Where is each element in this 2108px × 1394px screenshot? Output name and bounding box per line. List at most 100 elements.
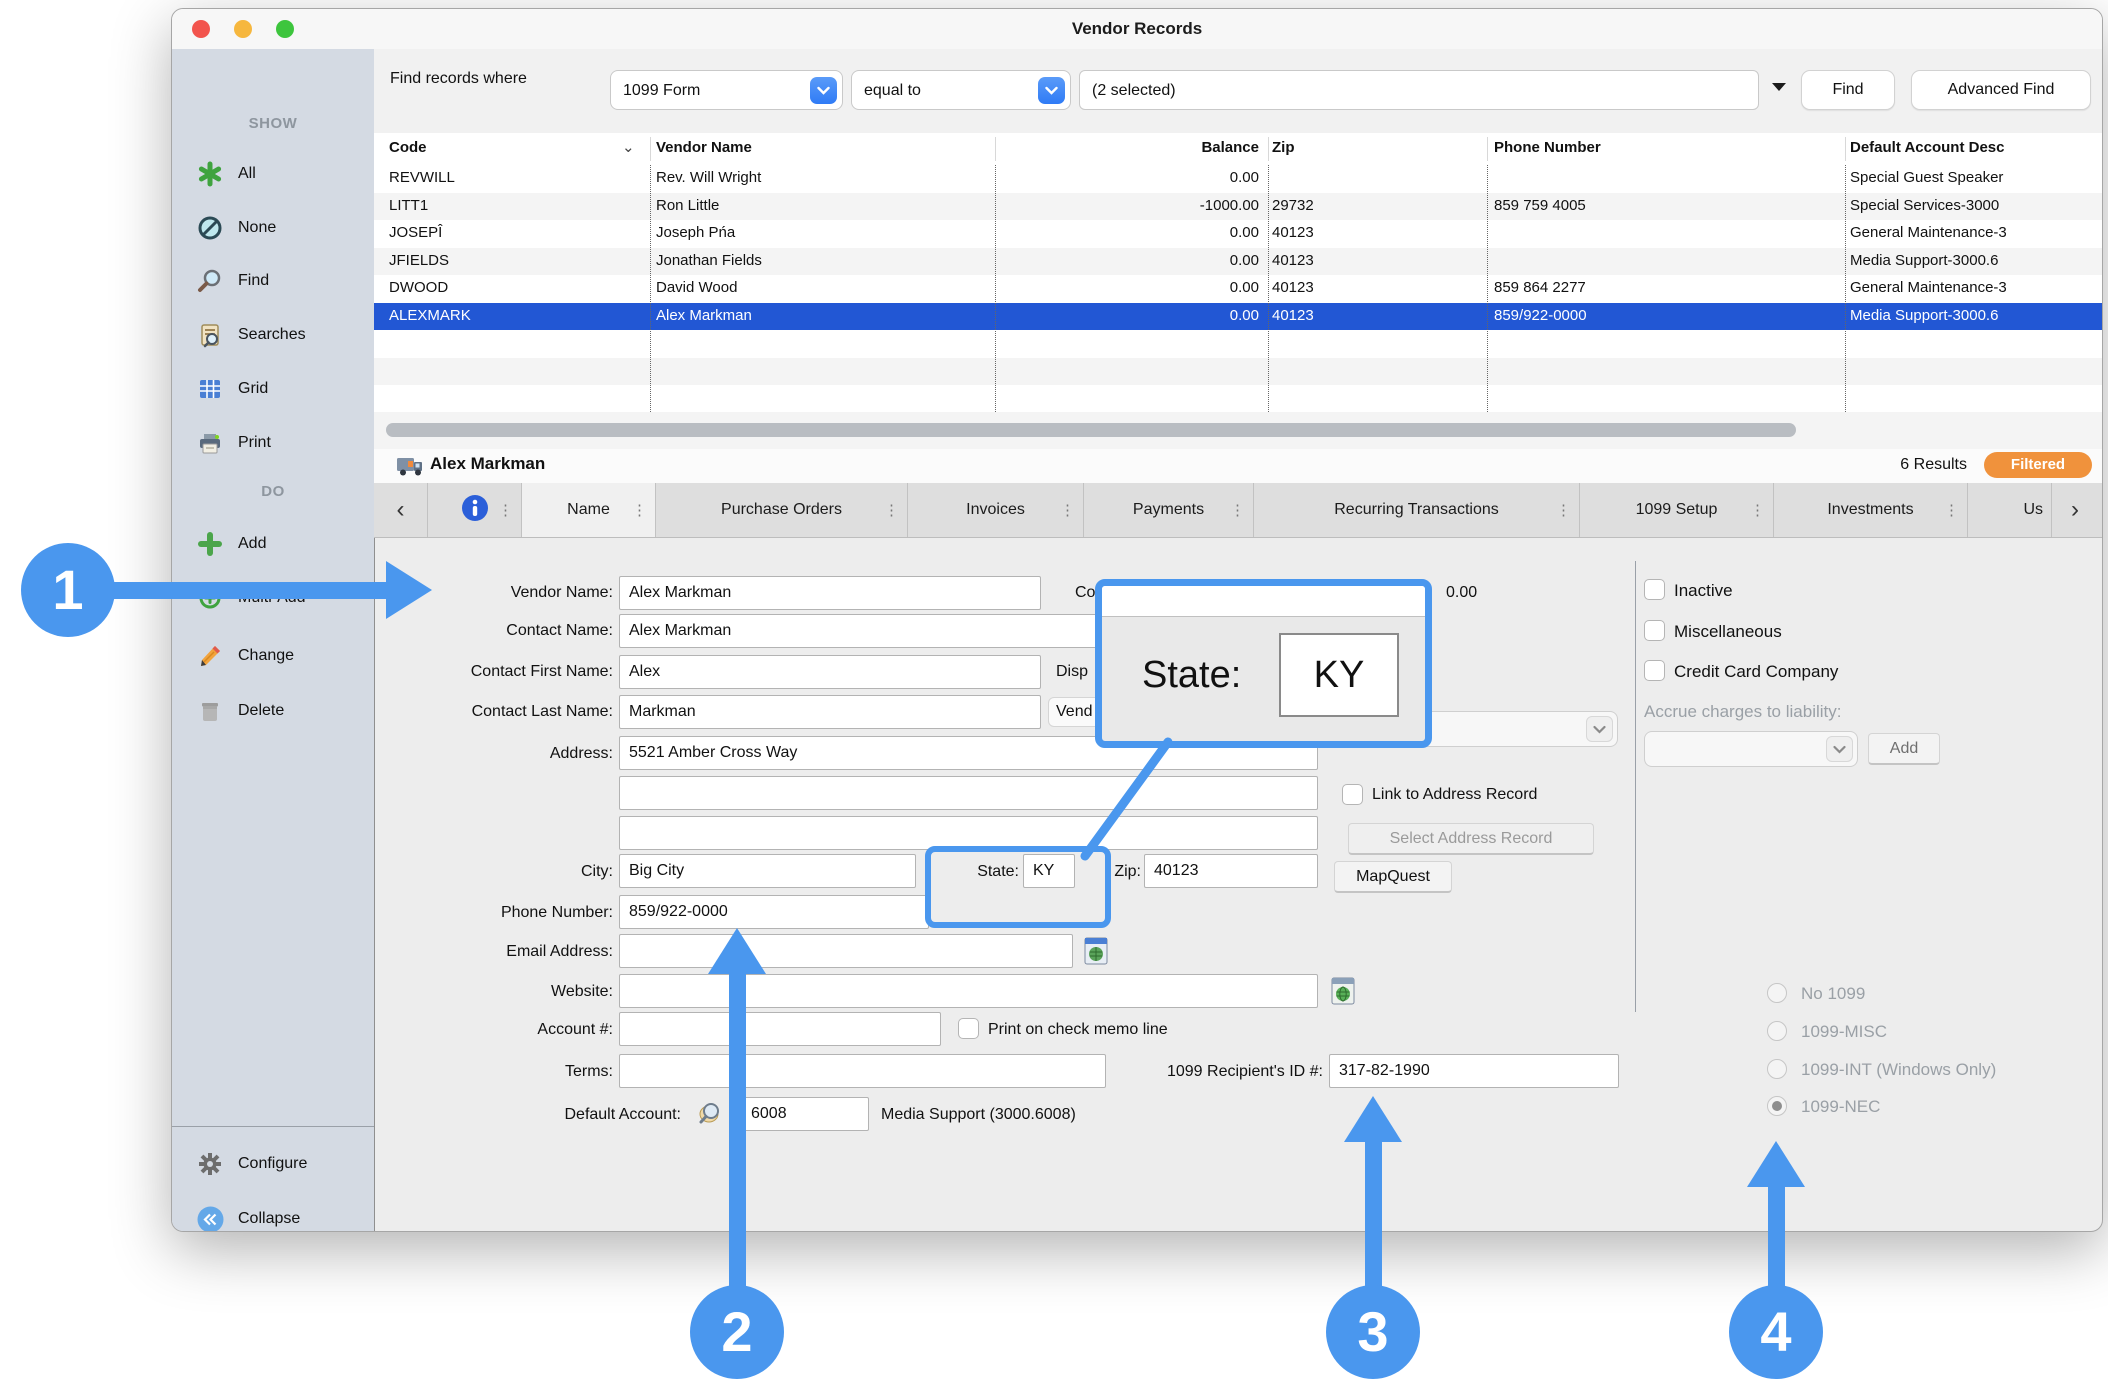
sidebar: SHOW All None Find — [172, 49, 375, 1231]
scrollbar-thumb[interactable] — [386, 423, 1796, 437]
column-header-vendor[interactable]: Vendor Name — [656, 139, 752, 156]
sidebar-item-searches[interactable]: Searches — [196, 320, 306, 350]
address-line3-field[interactable] — [619, 816, 1318, 850]
contact-first-name-field[interactable]: Alex — [619, 655, 1041, 689]
find-operator-dropdown[interactable]: equal to — [851, 70, 1071, 110]
table-row[interactable]: JFIELDSJonathan Fields 0.00 40123 Media … — [374, 248, 2102, 276]
sidebar-item-add[interactable]: Add — [196, 529, 266, 559]
table-row-empty[interactable] — [374, 358, 2102, 386]
find-button[interactable]: Find — [1801, 70, 1895, 110]
tab-info[interactable]: ⋮ — [428, 483, 522, 537]
add-liability-button[interactable]: Add — [1868, 733, 1940, 765]
credit-card-company-checkbox[interactable] — [1644, 660, 1665, 681]
tab-options-icon[interactable]: ⋮ — [498, 501, 513, 519]
tab-us-truncated[interactable]: Us — [1968, 483, 2052, 537]
tab-scroll-left[interactable]: ‹ — [374, 483, 428, 537]
tab-label: Investments — [1827, 501, 1913, 519]
table-row[interactable]: DWOODDavid Wood 0.00 40123859 864 2277 G… — [374, 275, 2102, 303]
tab-options-icon[interactable]: ⋮ — [1750, 501, 1765, 519]
liability-account-dropdown[interactable] — [1644, 731, 1858, 767]
print-memo-checkbox[interactable] — [958, 1018, 979, 1039]
vendor-name-label: Vendor Name: — [322, 584, 613, 602]
find-field-dropdown[interactable]: 1099 Form — [610, 70, 843, 110]
table-body: REVWILLRev. Will Wright 0.00 Special Gue… — [374, 165, 2102, 412]
1099-misc-radio[interactable] — [1767, 1021, 1787, 1041]
zip-field[interactable]: 40123 — [1144, 854, 1318, 888]
select-address-record-button[interactable]: Select Address Record — [1348, 823, 1594, 855]
website-app-icon[interactable] — [1330, 976, 1356, 1011]
printer-icon — [196, 429, 224, 457]
sidebar-item-collapse[interactable]: Collapse — [196, 1204, 300, 1232]
print-memo-label: Print on check memo line — [988, 1021, 1168, 1039]
tab-label: Purchase Orders — [721, 501, 842, 519]
tab-options-icon[interactable]: ⋮ — [632, 501, 647, 519]
sidebar-item-multi-add[interactable]: Multi-Add — [196, 583, 306, 613]
email-app-icon[interactable] — [1083, 936, 1109, 971]
sort-chevron-icon[interactable]: ⌄ — [622, 138, 635, 156]
link-address-checkbox[interactable] — [1342, 784, 1363, 805]
email-field[interactable] — [619, 934, 1073, 968]
table-row[interactable]: JOSEPÎJoseph Pńa 0.00 40123 General Main… — [374, 220, 2102, 248]
dropdown-arrow-icon[interactable] — [1770, 79, 1788, 97]
tab-scroll-right[interactable]: › — [2052, 483, 2098, 537]
plus-icon — [196, 530, 224, 558]
inactive-checkbox[interactable] — [1644, 579, 1665, 600]
website-field[interactable] — [619, 974, 1318, 1008]
find-operator-value: equal to — [864, 82, 921, 99]
tab-options-icon[interactable]: ⋮ — [1944, 501, 1959, 519]
table-row[interactable]: REVWILLRev. Will Wright 0.00 Special Gue… — [374, 165, 2102, 193]
phone-field[interactable]: 859/922-0000 — [619, 895, 929, 929]
sidebar-item-delete[interactable]: Delete — [196, 696, 284, 726]
asterisk-icon — [196, 160, 224, 188]
grid-icon — [196, 375, 224, 403]
1099-nec-radio[interactable] — [1767, 1096, 1787, 1116]
tab-options-icon[interactable]: ⋮ — [1556, 501, 1571, 519]
sidebar-item-change[interactable]: Change — [196, 641, 294, 671]
sidebar-item-configure[interactable]: Configure — [196, 1149, 307, 1179]
terms-field[interactable] — [619, 1054, 1106, 1088]
address-line2-field[interactable] — [619, 776, 1318, 810]
tab-invoices[interactable]: Invoices⋮ — [908, 483, 1084, 537]
sidebar-item-all[interactable]: All — [196, 159, 256, 189]
column-header-balance[interactable]: Balance — [1074, 139, 1259, 156]
sidebar-item-find[interactable]: Find — [196, 266, 269, 296]
tab-recurring-transactions[interactable]: Recurring Transactions⋮ — [1254, 483, 1580, 537]
account-number-field[interactable] — [619, 1012, 941, 1046]
terms-label: Terms: — [322, 1063, 613, 1081]
table-row-empty[interactable] — [374, 385, 2102, 413]
no-1099-radio[interactable] — [1767, 983, 1787, 1003]
table-row[interactable]: LITT1Ron Little -1000.00 29732859 759 40… — [374, 193, 2102, 221]
city-field[interactable]: Big City — [619, 854, 916, 888]
table-row-empty[interactable] — [374, 330, 2102, 358]
mapquest-button[interactable]: MapQuest — [1334, 861, 1452, 893]
tab-1099-setup[interactable]: 1099 Setup⋮ — [1580, 483, 1774, 537]
1099-int-radio[interactable] — [1767, 1059, 1787, 1079]
tab-name[interactable]: Name⋮ — [522, 483, 656, 537]
column-header-desc[interactable]: Default Account Desc — [1850, 139, 2004, 156]
find-value-field[interactable]: (2 selected) — [1079, 70, 1759, 110]
tab-investments[interactable]: Investments ⋮ — [1774, 483, 1968, 537]
contact-last-name-field[interactable]: Markman — [619, 695, 1041, 729]
sidebar-item-grid[interactable]: Grid — [196, 374, 268, 404]
annotation-circle-4 — [1729, 1285, 1823, 1379]
table-row-selected[interactable]: ALEXMARKAlex Markman 0.00 40123859/922-0… — [374, 303, 2102, 331]
sidebar-item-none[interactable]: None — [196, 213, 276, 243]
default-account-code-field[interactable]: 6008 — [741, 1097, 869, 1131]
column-header-code[interactable]: Code — [389, 139, 427, 156]
tab-options-icon[interactable]: ⋮ — [1230, 501, 1245, 519]
account-lookup-icon[interactable] — [697, 1100, 727, 1131]
column-header-zip[interactable]: Zip — [1272, 139, 1295, 156]
tab-payments[interactable]: Payments⋮ — [1084, 483, 1254, 537]
tab-options-icon[interactable]: ⋮ — [884, 501, 899, 519]
tab-bar: ‹ ⋮ Name⋮ Purchase Orders ⋮ Invoices⋮ Pay… — [374, 483, 2102, 538]
tab-options-icon[interactable]: ⋮ — [1060, 501, 1075, 519]
default-account-label: Default Account: — [392, 1106, 681, 1124]
vendor-name-field[interactable]: Alex Markman — [619, 576, 1041, 610]
miscellaneous-checkbox[interactable] — [1644, 620, 1665, 641]
tab-purchase-orders[interactable]: Purchase Orders ⋮ — [656, 483, 908, 537]
advanced-find-button[interactable]: Advanced Find — [1911, 70, 2091, 110]
column-header-phone[interactable]: Phone Number — [1494, 139, 1601, 156]
recipient-id-field[interactable]: 317-82-1990 — [1329, 1054, 1619, 1088]
form-column-divider — [1635, 561, 1636, 1012]
sidebar-item-print[interactable]: Print — [196, 428, 271, 458]
